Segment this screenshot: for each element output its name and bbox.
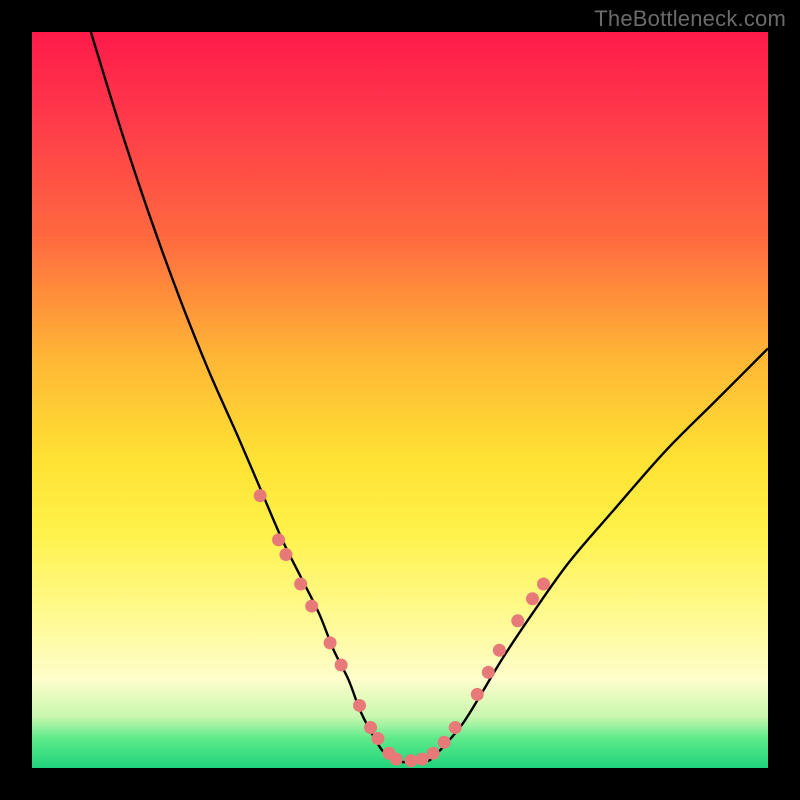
data-point	[371, 732, 384, 745]
plot-area	[32, 32, 768, 768]
curve-group	[91, 32, 768, 762]
curve-left-curve	[91, 32, 393, 761]
chart-svg	[32, 32, 768, 768]
dot-group	[254, 489, 550, 767]
data-point	[427, 747, 440, 760]
data-point	[364, 721, 377, 734]
chart-frame: TheBottleneck.com	[0, 0, 800, 800]
data-point	[254, 489, 267, 502]
data-point	[353, 699, 366, 712]
data-point	[279, 548, 292, 561]
data-point	[405, 754, 418, 767]
data-point	[511, 614, 524, 627]
data-point	[272, 533, 285, 546]
data-point	[493, 644, 506, 657]
data-point	[482, 666, 495, 679]
data-point	[449, 721, 462, 734]
data-point	[294, 578, 307, 591]
data-point	[390, 753, 403, 766]
data-point	[335, 658, 348, 671]
data-point	[416, 753, 429, 766]
data-point	[471, 688, 484, 701]
data-point	[305, 600, 318, 613]
data-point	[324, 636, 337, 649]
data-point	[526, 592, 539, 605]
data-point	[537, 578, 550, 591]
watermark-text: TheBottleneck.com	[594, 6, 786, 32]
data-point	[438, 736, 451, 749]
